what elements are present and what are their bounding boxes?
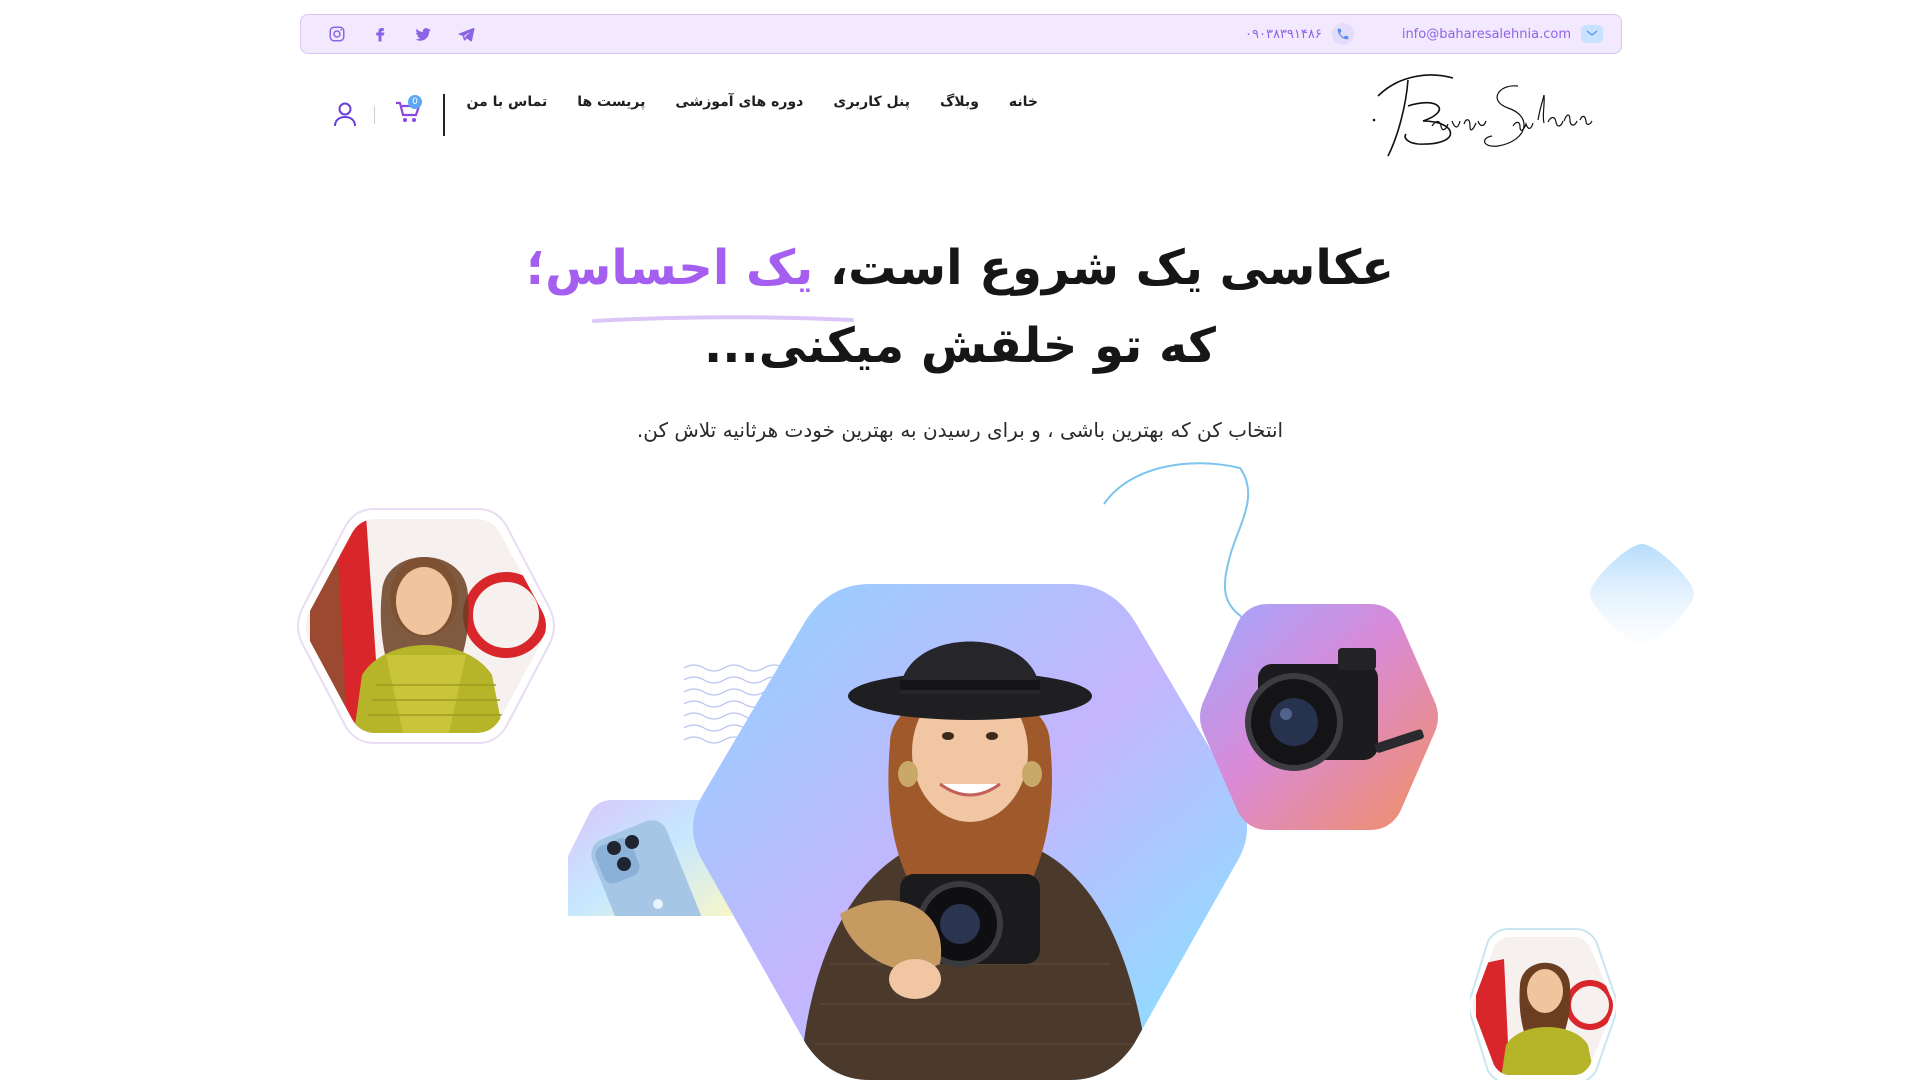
phone-icon	[1331, 23, 1354, 45]
twitter-icon[interactable]	[413, 24, 433, 44]
social-links	[327, 15, 476, 53]
phone-number[interactable]: ۰۹۰۳۸۳۹۱۴۸۶	[1245, 27, 1322, 42]
nav-user-panel[interactable]: پنل کاربری	[833, 94, 910, 118]
portrait-hexagon-left	[297, 508, 555, 744]
mail-icon	[1581, 25, 1603, 43]
telegram-icon[interactable]	[456, 24, 476, 44]
nav-blog[interactable]: وبلاگ	[940, 94, 979, 118]
hero-title-line2: که تو خلقش میکنی...	[704, 318, 1217, 374]
header-divider	[443, 94, 445, 136]
site-logo[interactable]	[1368, 66, 1600, 162]
decorative-blob	[1590, 544, 1694, 644]
hero-photographer-hexagon	[693, 584, 1247, 1080]
nav-courses[interactable]: دوره های آموزشی	[675, 94, 803, 118]
hero-subtitle: انتخاب کن که بهترین باشی ، و برای رسیدن …	[636, 418, 1284, 442]
facebook-icon[interactable]	[370, 24, 390, 44]
nav-contact[interactable]: تماس با من	[466, 94, 547, 118]
cart-count-badge: 0	[408, 95, 422, 109]
portrait-hexagon-small	[1470, 928, 1616, 1080]
contact-info: ۰۹۰۳۸۳۹۱۴۸۶ info@baharesalehnia.com	[1245, 15, 1603, 53]
icon-divider	[374, 106, 375, 124]
nav-presets[interactable]: پریست ها	[577, 94, 645, 118]
email-link[interactable]: info@baharesalehnia.com	[1402, 27, 1571, 42]
hero-title-main: عکاسی یک شروع است،	[813, 240, 1395, 296]
user-icon[interactable]	[333, 101, 357, 127]
hero-title-accent: یک احساس؛	[525, 240, 814, 296]
top-info-bar: ۰۹۰۳۸۳۹۱۴۸۶ info@baharesalehnia.com	[300, 14, 1622, 54]
camera-hexagon	[1200, 604, 1438, 830]
nav-home[interactable]: خانه	[1009, 94, 1038, 118]
main-nav: خانه وبلاگ پنل کاربری دوره های آموزشی پر…	[466, 94, 1038, 118]
hero-title-line1: عکاسی یک شروع است، یک احساس؛	[0, 240, 1920, 296]
instagram-icon[interactable]	[327, 24, 347, 44]
